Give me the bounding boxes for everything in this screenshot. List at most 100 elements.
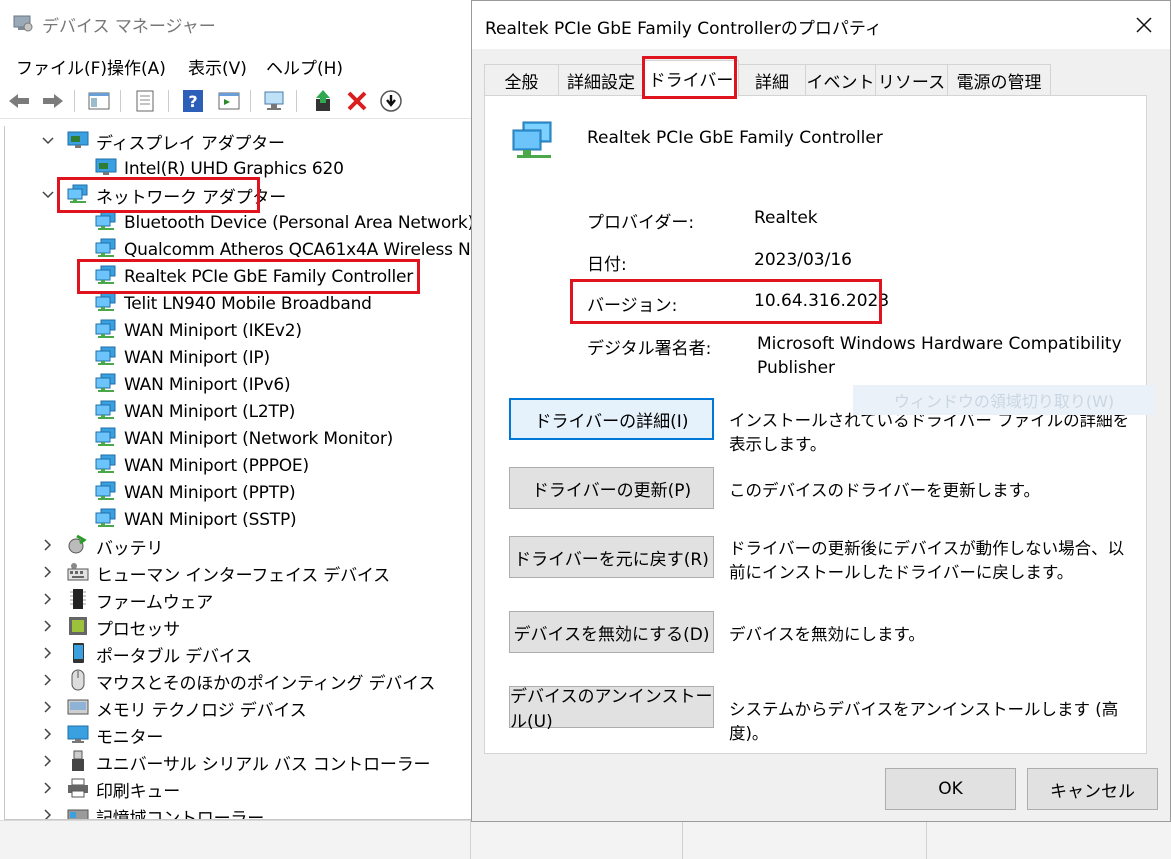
properties-icon[interactable] xyxy=(132,88,158,114)
back-arrow-icon[interactable] xyxy=(6,88,32,114)
tab-resources[interactable]: リソース xyxy=(875,64,948,95)
tree-item-label: ディスプレイ アダプター xyxy=(96,134,285,154)
tree-item-label: WAN Miniport (Network Monitor) xyxy=(124,428,394,449)
chevron-right-icon[interactable] xyxy=(41,727,55,744)
signer-value-line2: Publisher xyxy=(757,358,836,378)
tree-category[interactable]: ディスプレイ アダプター xyxy=(41,128,285,155)
tree-category[interactable]: 記憶域コントローラー xyxy=(41,803,264,820)
tab-advanced[interactable]: 詳細設定 xyxy=(558,64,644,95)
tree-category[interactable]: バッテリ xyxy=(41,533,163,560)
menu-action[interactable]: 操作(A) xyxy=(107,54,166,79)
chevron-down-icon[interactable] xyxy=(41,188,55,203)
tree-item-label: Intel(R) UHD Graphics 620 xyxy=(124,158,344,179)
storage-controller-icon xyxy=(67,805,89,819)
forward-arrow-icon[interactable] xyxy=(40,88,66,114)
toolbar-separator xyxy=(250,90,251,112)
tree-category[interactable]: ヒューマン インターフェイス デバイス xyxy=(41,560,390,587)
chevron-right-icon[interactable] xyxy=(41,673,55,690)
chevron-right-icon[interactable] xyxy=(41,754,55,771)
tree-category[interactable]: メモリ テクノロジ デバイス xyxy=(41,695,307,722)
cancel-button[interactable]: キャンセル xyxy=(1027,768,1158,810)
tree-device[interactable]: Telit LN940 Mobile Broadband xyxy=(95,290,372,317)
tree-category[interactable]: ユニバーサル シリアル バス コントローラー xyxy=(41,749,431,776)
chevron-right-icon[interactable] xyxy=(41,781,55,798)
tab-power-management[interactable]: 電源の管理 xyxy=(947,64,1051,95)
tree-category[interactable]: ポータブル デバイス xyxy=(41,641,252,668)
tree-item-label: 記憶域コントローラー xyxy=(96,809,264,820)
tree-item-label: Qualcomm Atheros QCA61x4A Wireless Netw xyxy=(124,239,476,260)
display-adapter-icon xyxy=(67,130,89,154)
chevron-right-icon[interactable] xyxy=(41,700,55,717)
rollback-driver-button[interactable]: ドライバーを元に戻す(R) xyxy=(509,536,714,578)
tab-strip: 全般 詳細設定 ドライバー 詳細 イベント リソース 電源の管理 xyxy=(484,60,1164,96)
tree-item-label: ポータブル デバイス xyxy=(96,647,252,667)
tree-category[interactable]: マウスとそのほかのポインティング デバイス xyxy=(41,668,435,695)
tree-category[interactable]: モニター xyxy=(41,722,163,749)
processor-icon xyxy=(67,615,89,641)
close-icon[interactable] xyxy=(1130,11,1158,39)
scan-hardware-icon[interactable] xyxy=(262,88,288,114)
tree-category[interactable]: 印刷キュー xyxy=(41,776,180,803)
tree-device[interactable]: WAN Miniport (PPTP) xyxy=(95,479,296,506)
tree-item-label: メモリ テクノロジ デバイス xyxy=(96,701,307,721)
update-driver-button[interactable]: ドライバーの更新(P) xyxy=(509,467,714,509)
network-adapter-icon xyxy=(95,346,117,370)
toolbar-separator xyxy=(74,90,75,112)
highlight-driver-tab xyxy=(642,56,737,99)
tree-item-label: ヒューマン インターフェイス デバイス xyxy=(96,566,390,586)
tree-device[interactable]: WAN Miniport (PPPOE) xyxy=(95,452,309,479)
network-adapter-icon xyxy=(95,454,117,478)
download-circle-icon[interactable] xyxy=(378,88,404,114)
tree-device[interactable]: WAN Miniport (IP) xyxy=(95,344,270,371)
provider-value: Realtek xyxy=(754,208,818,228)
uninstall-x-icon[interactable] xyxy=(344,88,370,114)
device-tree: ディスプレイ アダプター Intel(R) UHD Graphics 620 ネット… xyxy=(4,126,476,820)
menu-help[interactable]: ヘルプ(H) xyxy=(266,54,343,79)
update-driver-description: このデバイスのドライバーを更新します。 xyxy=(729,481,1041,500)
tree-device[interactable]: WAN Miniport (SSTP) xyxy=(95,506,297,533)
tab-general[interactable]: 全般 xyxy=(484,64,559,95)
tree-item-label: モニター xyxy=(96,728,164,748)
menu-view[interactable]: 表示(V) xyxy=(188,54,247,79)
help-icon[interactable]: ? xyxy=(180,88,206,114)
tree-device[interactable]: WAN Miniport (Network Monitor) xyxy=(95,425,393,452)
tree-category[interactable]: ファームウェア xyxy=(41,587,213,614)
chevron-right-icon[interactable] xyxy=(41,592,55,609)
portable-device-icon xyxy=(67,642,89,668)
signer-value-line1: Microsoft Windows Hardware Compatibility xyxy=(757,334,1122,354)
network-adapter-icon xyxy=(95,211,117,235)
tree-category[interactable]: プロセッサ xyxy=(41,614,180,641)
network-adapter-icon xyxy=(95,427,117,451)
show-hide-console-tree-icon[interactable] xyxy=(86,88,112,114)
tree-device[interactable]: WAN Miniport (L2TP) xyxy=(95,398,295,425)
highlight-realtek-device xyxy=(77,259,420,294)
device-manager-app-icon xyxy=(12,12,34,38)
disable-device-button[interactable]: デバイスを無効にする(D) xyxy=(509,611,714,653)
chevron-right-icon[interactable] xyxy=(41,808,55,819)
disable-device-description: デバイスを無効にします。 xyxy=(729,625,925,644)
chevron-right-icon[interactable] xyxy=(41,619,55,636)
dialog-title: Realtek PCIe GbE Family Controllerのプロパティ xyxy=(485,19,882,39)
update-driver-icon[interactable] xyxy=(310,88,336,114)
tree-device[interactable]: Bluetooth Device (Personal Area Network) xyxy=(95,209,474,236)
tree-item-label: マウスとそのほかのポインティング デバイス xyxy=(96,674,436,694)
status-bar xyxy=(0,820,1171,859)
highlight-network-adapter xyxy=(57,177,260,213)
driver-details-button[interactable]: ドライバーの詳細(I) xyxy=(509,398,714,440)
uninstall-device-description: システムからデバイスをアンインストールします (高度)。 xyxy=(729,700,1119,743)
properties-dialog: Realtek PCIe GbE Family Controllerのプロパティ… xyxy=(471,0,1171,822)
chevron-right-icon[interactable] xyxy=(41,565,55,582)
tree-device[interactable]: WAN Miniport (IKEv2) xyxy=(95,317,302,344)
tab-events[interactable]: イベント xyxy=(805,64,876,95)
battery-icon xyxy=(67,534,89,560)
chevron-right-icon[interactable] xyxy=(41,646,55,663)
menu-file[interactable]: ファイル(F) xyxy=(16,54,107,79)
ok-button[interactable]: OK xyxy=(885,768,1016,810)
tree-device[interactable]: WAN Miniport (IPv6) xyxy=(95,371,291,398)
uninstall-device-button[interactable]: デバイスのアンインストール(U) xyxy=(509,686,714,732)
chevron-down-icon[interactable] xyxy=(41,134,55,149)
tree-item-label: WAN Miniport (PPTP) xyxy=(124,482,296,503)
action-pane-icon[interactable] xyxy=(216,88,242,114)
tab-details[interactable]: 詳細 xyxy=(738,64,806,95)
chevron-right-icon[interactable] xyxy=(41,538,55,555)
